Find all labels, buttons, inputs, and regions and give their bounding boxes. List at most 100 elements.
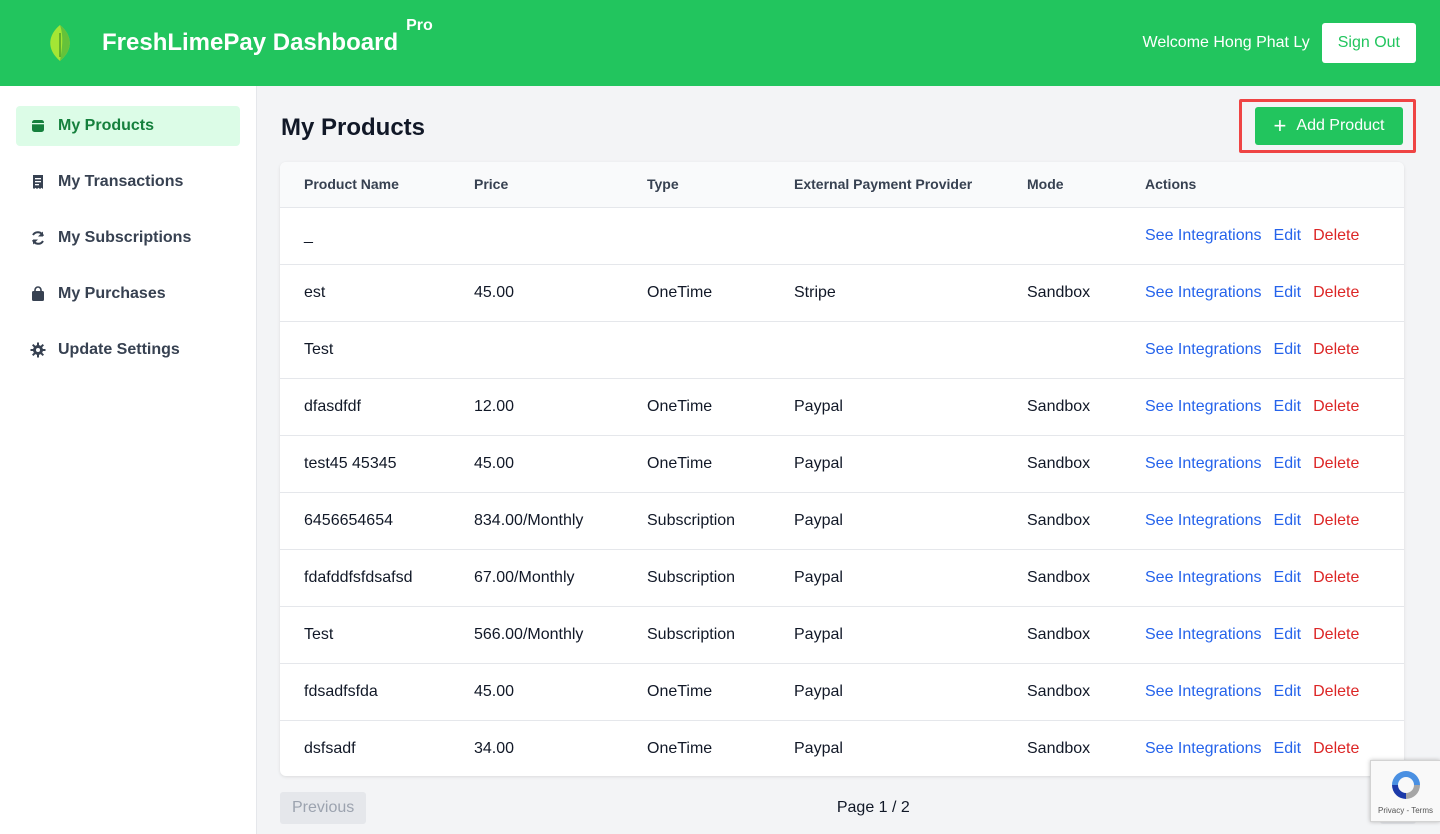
table-row: dfasdfdf 12.00 OneTime Paypal Sandbox See Int… — [280, 378, 1404, 436]
see-integrations-link[interactable]: See Integrations — [1145, 398, 1262, 415]
see-integrations-link[interactable]: See Integrations — [1145, 683, 1262, 700]
see-integrations-link[interactable]: See Integrations — [1145, 455, 1262, 472]
edit-link[interactable]: Edit — [1274, 569, 1302, 586]
sidebar-item-label: My Products — [58, 117, 155, 134]
cell-mode: Sandbox — [1027, 492, 1145, 550]
cell-mode: Sandbox — [1027, 264, 1145, 322]
page-title: My Products — [281, 114, 426, 141]
cell-price: 45.00 — [474, 663, 647, 721]
edit-link[interactable]: Edit — [1274, 341, 1302, 358]
cell-provider — [794, 207, 1027, 265]
cell-provider — [794, 321, 1027, 379]
cell-type — [647, 321, 794, 379]
delete-link[interactable]: Delete — [1313, 398, 1359, 415]
delete-link[interactable]: Delete — [1313, 512, 1359, 529]
add-product-label: Add Product — [1296, 117, 1385, 134]
products-table: Product Name Price Type External Payment… — [280, 162, 1404, 776]
table-row: _ See Integrations Edit Delete — [280, 207, 1404, 265]
edit-link[interactable]: Edit — [1274, 398, 1302, 415]
lime-leaf-logo-icon — [40, 23, 80, 63]
cell-mode: Sandbox — [1027, 739, 1091, 757]
column-header-price: Price — [474, 162, 647, 208]
table-row: Test 566.00/Monthly Subscription Paypal Sand… — [280, 606, 1404, 664]
box-icon — [30, 118, 46, 134]
edit-link[interactable]: Edit — [1274, 683, 1302, 700]
sidebar: My Products My Transactions My Subscript… — [0, 86, 257, 834]
edit-link[interactable]: Edit — [1274, 512, 1302, 529]
see-integrations-link[interactable]: See Integrations — [1145, 740, 1262, 757]
edit-link[interactable]: Edit — [1274, 227, 1302, 244]
cell-mode — [1027, 207, 1145, 265]
cell-mode: Sandbox — [1027, 549, 1145, 607]
cell-type: OneTime — [647, 378, 794, 436]
recaptcha-icon — [1391, 770, 1420, 799]
sidebar-item-label: My Purchases — [58, 285, 166, 302]
cell-product-name: Test — [280, 606, 474, 664]
column-header-type: Type — [647, 162, 794, 208]
delete-link[interactable]: Delete — [1313, 569, 1359, 586]
cell-actions: See Integrations Edit Delete — [1145, 264, 1404, 322]
sidebar-item-my-subscriptions[interactable]: My Subscriptions — [16, 218, 240, 258]
see-integrations-link[interactable]: See Integrations — [1145, 341, 1262, 358]
brand-name: FreshLimePay Dashboard — [102, 29, 399, 56]
page-indicator: Page 1 / 2 — [836, 799, 910, 816]
sidebar-item-my-products[interactable]: My Products — [16, 106, 240, 146]
cell-type: OneTime — [647, 264, 794, 322]
cell-product-name: _ — [280, 207, 474, 265]
table-row: test45 45345 45.00 OneTime Paypal Sandbox See… — [280, 435, 1404, 493]
cell-product-name: Test — [280, 321, 474, 379]
cell-product-name: dfasdfdf — [280, 378, 474, 436]
cell-provider: Paypal — [794, 606, 1027, 664]
cell-type: OneTime — [647, 739, 713, 757]
see-integrations-link[interactable]: See Integrations — [1145, 227, 1262, 244]
table-row: fdafddfsfdsafsd 67.00/Monthly Subscription… — [280, 549, 1404, 607]
cell-type: OneTime — [647, 435, 794, 493]
cell-product-name: test45 45345 — [280, 435, 474, 493]
cell-provider: Stripe — [794, 264, 1027, 322]
cell-mode — [1027, 321, 1145, 379]
edit-link[interactable]: Edit — [1274, 455, 1302, 472]
see-integrations-link[interactable]: See Integrations — [1145, 284, 1262, 301]
see-integrations-link[interactable]: See Integrations — [1145, 569, 1262, 586]
delete-link[interactable]: Delete — [1313, 284, 1359, 301]
products-table-card: Product Name Price Type External Payment… — [280, 162, 1404, 776]
see-integrations-link[interactable]: See Integrations — [1145, 626, 1262, 643]
sidebar-item-update-settings[interactable]: Update Settings — [16, 330, 240, 370]
cell-mode: Sandbox — [1027, 606, 1145, 664]
column-header-provider: External Payment Provider — [794, 162, 1027, 208]
cell-mode: Sandbox — [1027, 663, 1145, 721]
delete-link[interactable]: Delete — [1313, 455, 1359, 472]
previous-page-button[interactable]: Previous — [280, 792, 367, 824]
add-product-button[interactable]: + Add Product — [1255, 107, 1403, 145]
delete-link[interactable]: Delete — [1313, 626, 1359, 643]
recaptcha-links[interactable]: Privacy - Terms — [1378, 806, 1433, 815]
sidebar-item-my-purchases[interactable]: My Purchases — [16, 274, 240, 314]
edit-link[interactable]: Edit — [1274, 740, 1302, 757]
delete-link[interactable]: Delete — [1313, 227, 1359, 244]
delete-link[interactable]: Delete — [1313, 341, 1359, 358]
cell-actions: See Integrations Edit Delete — [1145, 321, 1404, 379]
table-row: dsfsadf 34.00 OneTime Paypal Sandbox See Inte… — [280, 720, 1404, 776]
cell-product-name: 6456654654 — [280, 492, 474, 550]
cell-type: Subscription — [647, 606, 794, 664]
cell-actions: See Integrations Edit Delete — [1145, 549, 1404, 607]
cell-product-name: fdsadfsfda — [280, 663, 474, 721]
edit-link[interactable]: Edit — [1274, 626, 1302, 643]
pagination: Previous Page 1 / 2 N — [280, 792, 1416, 824]
see-integrations-link[interactable]: See Integrations — [1145, 512, 1262, 529]
cell-actions: See Integrations Edit Delete — [1145, 378, 1404, 436]
delete-link[interactable]: Delete — [1313, 683, 1359, 700]
delete-link[interactable]: Delete — [1313, 740, 1359, 757]
edit-link[interactable]: Edit — [1274, 284, 1302, 301]
recaptcha-badge[interactable]: Privacy - Terms — [1370, 760, 1440, 822]
cell-type: Subscription — [647, 549, 794, 607]
cell-price: 12.00 — [474, 378, 647, 436]
plus-icon: + — [1273, 113, 1287, 138]
sign-out-button[interactable]: Sign Out — [1321, 23, 1416, 63]
table-row: 6456654654 834.00/Monthly Subscription Payp… — [280, 492, 1404, 550]
cell-price: 67.00/Monthly — [474, 549, 647, 607]
sidebar-item-my-transactions[interactable]: My Transactions — [16, 162, 240, 202]
cell-price: 566.00/Monthly — [474, 606, 647, 664]
cell-price: 45.00 — [474, 264, 647, 322]
column-header-product-name: Product Name — [280, 162, 474, 208]
